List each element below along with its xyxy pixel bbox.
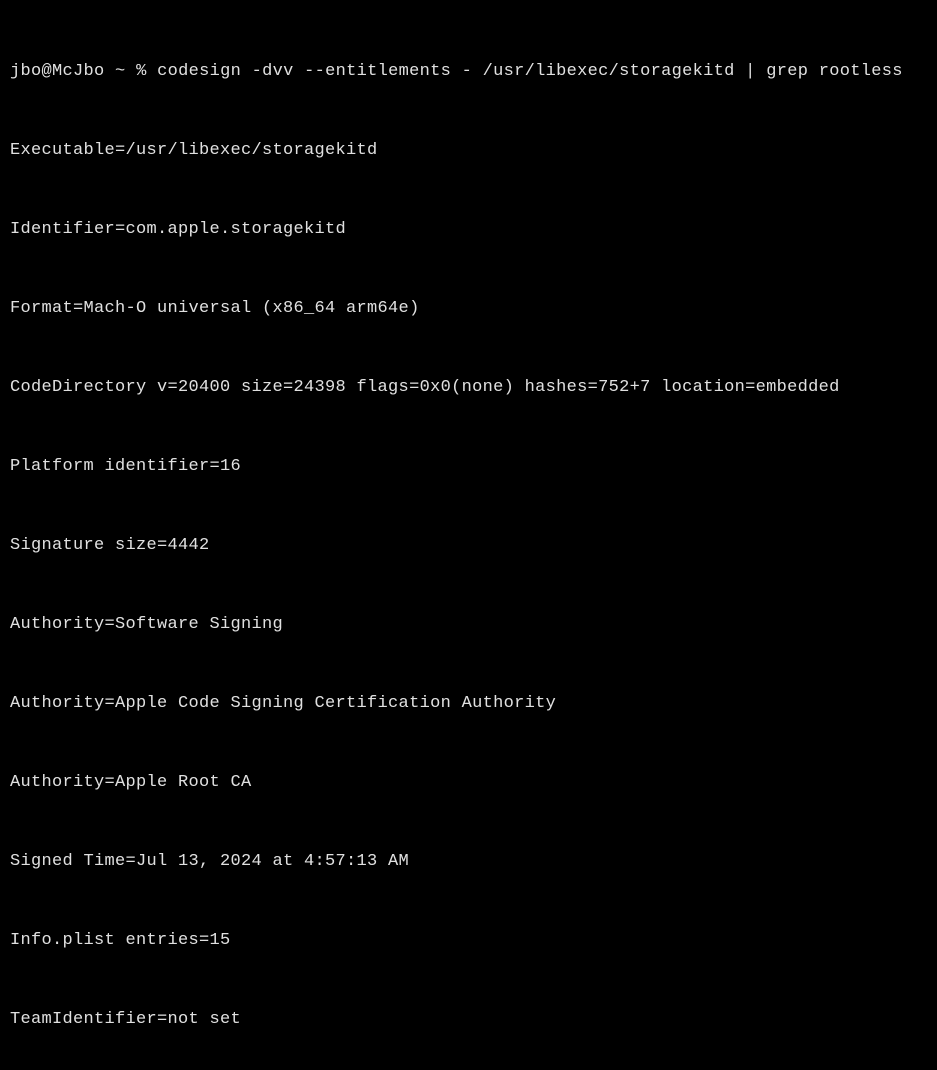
command-text: codesign -dvv --entitlements - /usr/libe… [157,62,903,81]
output-line: Info.plist entries=15 [10,928,927,954]
output-line: Format=Mach-O universal (x86_64 arm64e) [10,296,927,322]
output-line: Signature size=4442 [10,533,927,559]
output-line: Authority=Apple Root CA [10,770,927,796]
output-line: CodeDirectory v=20400 size=24398 flags=0… [10,375,927,401]
output-line: Authority=Software Signing [10,612,927,638]
output-line: Authority=Apple Code Signing Certificati… [10,691,927,717]
output-line: Platform identifier=16 [10,454,927,480]
prompt-symbol: % [136,62,147,81]
prompt-line[interactable]: jbo@McJbo ~ % codesign -dvv --entitlemen… [10,59,927,85]
output-line: TeamIdentifier=not set [10,1007,927,1033]
terminal-output: jbo@McJbo ~ % codesign -dvv --entitlemen… [10,6,927,1070]
output-line: Identifier=com.apple.storagekitd [10,217,927,243]
prompt-path: ~ [115,62,126,81]
prompt-user-host: jbo@McJbo [10,62,105,81]
output-line: Signed Time=Jul 13, 2024 at 4:57:13 AM [10,849,927,875]
output-line: Executable=/usr/libexec/storagekitd [10,138,927,164]
